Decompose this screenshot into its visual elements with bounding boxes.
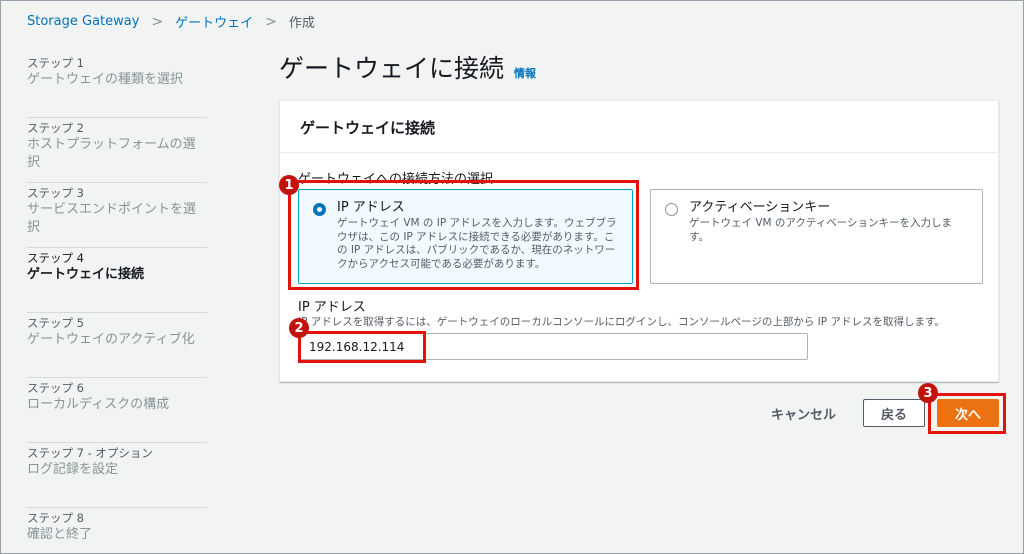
chevron-right-icon: >: [151, 13, 164, 30]
ip-address-option-title: IP アドレス: [337, 200, 405, 215]
step-title: サービスエンドポイントを選択: [27, 202, 197, 235]
next-button[interactable]: 次へ: [937, 399, 999, 427]
step-title: ゲートウェイのアクティブ化: [27, 332, 195, 347]
ip-address-label: IP アドレス: [298, 300, 366, 315]
page-title: ゲートウェイに接続 情報: [279, 49, 536, 85]
step-number: ステップ 3: [27, 186, 84, 200]
breadcrumb-storage-gateway[interactable]: Storage Gateway: [27, 14, 139, 29]
cancel-button[interactable]: キャンセル: [761, 399, 846, 427]
step-marker-1: 1: [279, 175, 299, 195]
step-number: ステップ 7 - オプション: [27, 446, 153, 460]
step-number: ステップ 1: [27, 56, 84, 70]
page-title-text: ゲートウェイに接続: [279, 54, 505, 83]
step-title: ゲートウェイの種類を選択: [27, 72, 184, 87]
chevron-right-icon: >: [265, 13, 277, 30]
step-3: ステップ 3 サービスエンドポイントを選択: [27, 183, 207, 248]
step-marker-2: 2: [289, 318, 309, 338]
step-number: ステップ 5: [27, 316, 84, 330]
ip-address-description: IP アドレスを取得するには、ゲートウェイのローカルコンソールにログインし、コン…: [298, 316, 945, 328]
panel-header: ゲートウェイに接続: [280, 101, 998, 153]
breadcrumb: Storage Gateway > ゲートウェイ > 作成: [27, 12, 315, 32]
ip-address-option-desc: ゲートウェイ VM の IP アドレスを入力します。ウェブブラウザは、この IP…: [337, 217, 617, 270]
step-number: ステップ 8: [27, 511, 84, 525]
radio-unselected-icon[interactable]: [665, 203, 678, 216]
step-title: ローカルディスクの構成: [27, 397, 170, 412]
step-7: ステップ 7 - オプション ログ記録を設定: [27, 443, 207, 508]
step-number: ステップ 6: [27, 381, 84, 395]
step-title: ログ記録を設定: [27, 462, 119, 477]
activation-key-option[interactable]: アクティベーションキー ゲートウェイ VM のアクティベーションキーを入力します…: [650, 189, 983, 284]
back-button[interactable]: 戻る: [863, 399, 925, 427]
ip-address-option[interactable]: IP アドレス ゲートウェイ VM の IP アドレスを入力します。ウェブブラウ…: [298, 189, 633, 284]
step-8: ステップ 8 確認と終了: [27, 508, 207, 554]
connect-panel: ゲートウェイに接続 ゲートウェイへの接続方法の選択 IP アドレス ゲートウェイ…: [279, 100, 999, 382]
step-title: ゲートウェイに接続: [27, 267, 145, 282]
step-number: ステップ 4: [27, 251, 84, 265]
step-title: 確認と終了: [27, 527, 93, 542]
step-4-active: ステップ 4 ゲートウェイに接続: [27, 248, 207, 313]
breadcrumb-gateway[interactable]: ゲートウェイ: [175, 12, 253, 31]
step-2: ステップ 2 ホストプラットフォームの選択: [27, 118, 207, 183]
wizard-steps: ステップ 1 ゲートウェイの種類を選択 ステップ 2 ホストプラットフォームの選…: [27, 53, 207, 554]
step-1: ステップ 1 ゲートウェイの種類を選択: [27, 53, 207, 118]
breadcrumb-create: 作成: [288, 16, 315, 31]
activation-key-option-desc: ゲートウェイ VM のアクティベーションキーを入力します。: [689, 217, 953, 243]
step-number: ステップ 2: [27, 121, 84, 135]
connection-method-label: ゲートウェイへの接続方法の選択: [298, 172, 494, 187]
step-marker-3: 3: [918, 383, 938, 403]
step-title: ホストプラットフォームの選択: [27, 137, 196, 170]
radio-selected-icon[interactable]: [313, 203, 326, 216]
ip-address-input[interactable]: [298, 333, 808, 360]
step-5: ステップ 5 ゲートウェイのアクティブ化: [27, 313, 207, 378]
activation-key-option-title: アクティベーションキー: [689, 200, 831, 215]
step-6: ステップ 6 ローカルディスクの構成: [27, 378, 207, 443]
info-link[interactable]: 情報: [514, 65, 536, 81]
